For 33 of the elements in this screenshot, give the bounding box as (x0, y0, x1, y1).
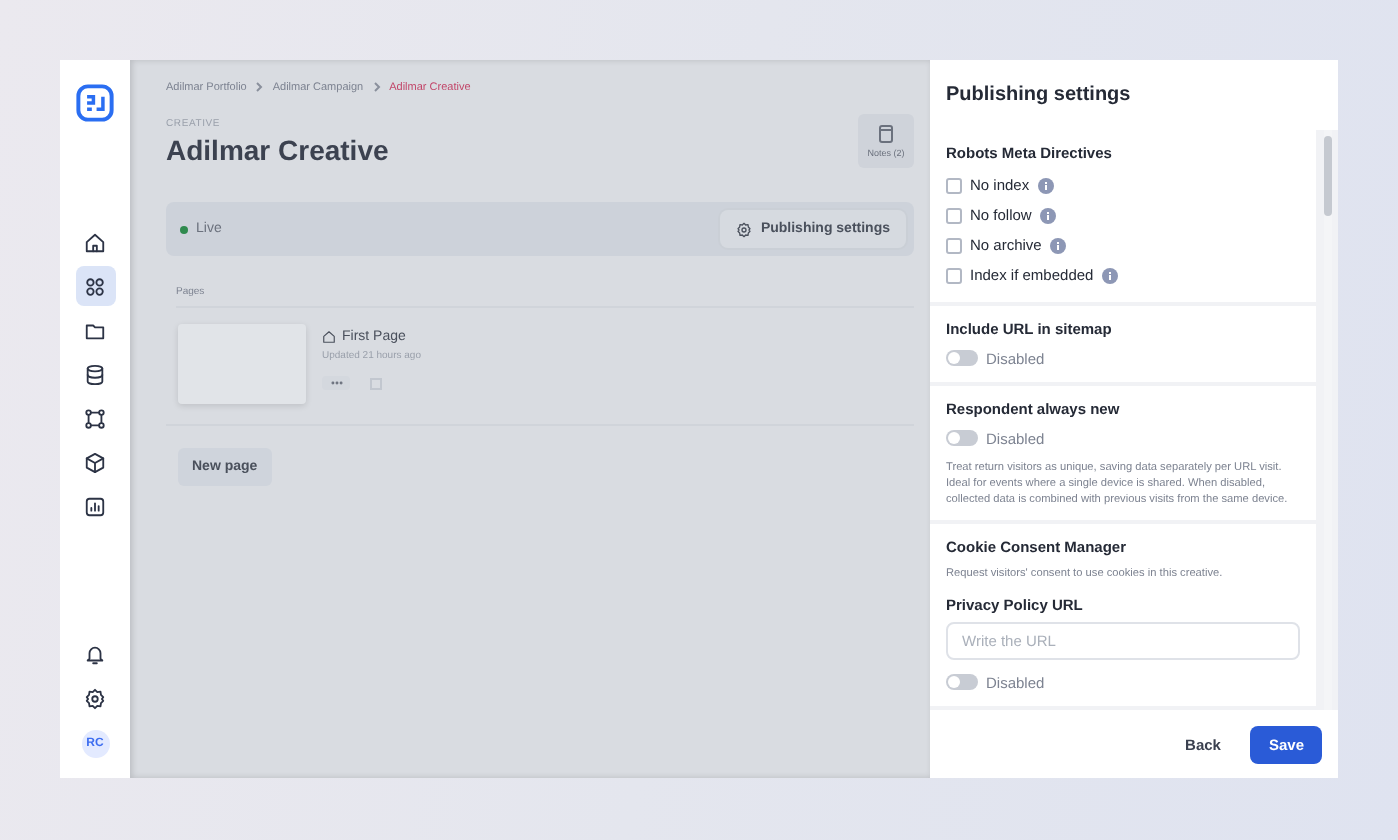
info-icon (1039, 207, 1056, 223)
page-title: Adilmar Creative (166, 134, 389, 166)
checkbox[interactable] (946, 207, 962, 223)
info-icon (1037, 177, 1054, 193)
cube-icon (84, 451, 106, 473)
status-dot (180, 225, 188, 233)
checkbox[interactable] (946, 237, 962, 253)
panel-title: Publishing settings (944, 82, 1133, 110)
settings-icon (736, 221, 753, 237)
checkbox[interactable] (946, 267, 962, 283)
folder-icon (84, 319, 106, 341)
toggle-switch[interactable] (946, 674, 978, 690)
note-icon (878, 124, 894, 144)
grid-icon (84, 275, 106, 297)
bell-icon (84, 643, 106, 665)
page-thumbnail[interactable] (178, 324, 306, 404)
settings-icon (84, 687, 106, 709)
info-icon (1101, 267, 1118, 283)
home-icon (84, 231, 106, 253)
chevron-icon (254, 82, 265, 92)
toggle-switch[interactable] (946, 350, 978, 366)
more-button[interactable] (322, 376, 350, 390)
database-icon (84, 363, 106, 385)
chevron-icon (371, 82, 382, 92)
logo-icon[interactable] (76, 84, 114, 122)
checkbox[interactable] (946, 177, 962, 193)
toggle-switch[interactable] (946, 430, 978, 446)
nodes-icon (84, 407, 106, 429)
info-icon (1049, 237, 1066, 253)
home-icon (322, 330, 336, 344)
more-icon (329, 376, 343, 390)
chart-icon (84, 495, 106, 517)
nav-item[interactable] (75, 266, 115, 306)
